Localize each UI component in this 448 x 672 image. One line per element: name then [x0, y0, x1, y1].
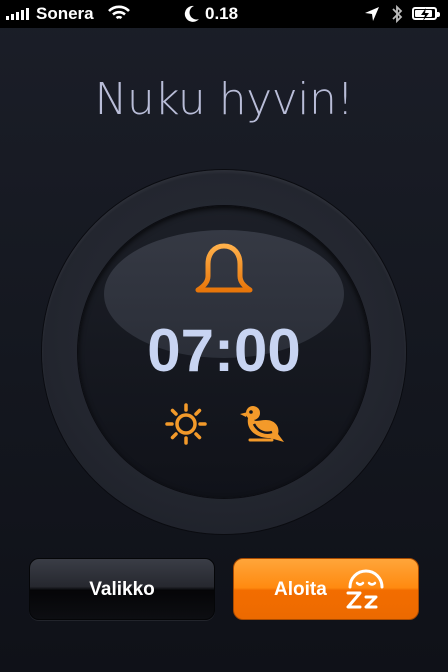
bell-icon [192, 240, 256, 313]
menu-button[interactable]: Valikko [29, 558, 215, 620]
start-button-label: Aloita [274, 579, 327, 600]
status-time: 0.18 [205, 4, 239, 23]
bluetooth-icon [391, 4, 403, 29]
carrier-name: Sonera [36, 4, 94, 23]
start-button[interactable]: Aloita [233, 558, 419, 620]
page-title: Nuku hyvin! [94, 74, 354, 125]
battery-icon [412, 7, 440, 21]
signal-icon [6, 8, 29, 20]
sun-icon[interactable] [164, 402, 208, 451]
alarm-time[interactable]: 07:00 [78, 316, 370, 385]
bird-icon[interactable] [236, 404, 288, 449]
menu-button-label: Valikko [89, 579, 155, 600]
sleep-zz-icon [344, 569, 388, 617]
status-bar: Sonera 0.18 [0, 0, 448, 28]
wifi-icon [108, 5, 130, 26]
moon-icon [184, 5, 200, 28]
location-icon [364, 6, 380, 27]
app-screen: Sonera 0.18 Nuku hyvin! 07:00 Valikko Al… [0, 0, 448, 672]
